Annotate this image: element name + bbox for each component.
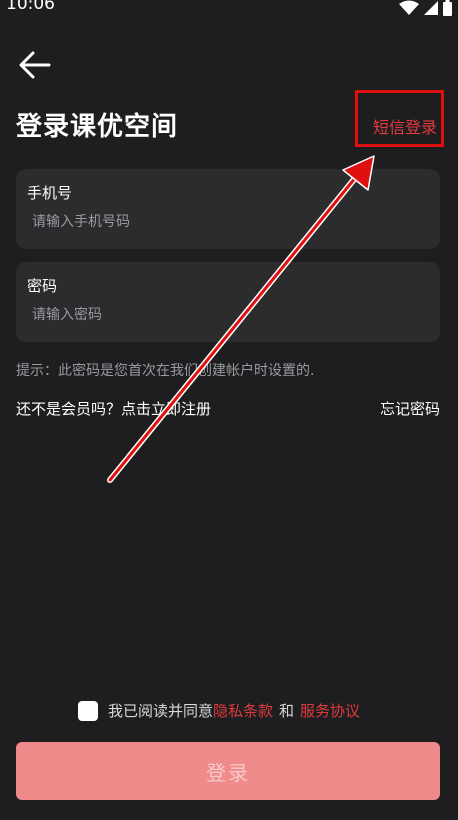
password-field: 密码	[16, 262, 440, 342]
status-time: 10:06	[6, 0, 55, 14]
service-agreement-link[interactable]: 服务协议	[300, 700, 360, 721]
password-field-label: 密码	[27, 277, 58, 295]
login-button[interactable]: 登录	[16, 742, 440, 800]
password-input[interactable]	[32, 304, 422, 326]
agreement-row: 我已阅读并同意 隐私条款 和 服务协议	[78, 700, 360, 721]
wifi-icon	[399, 0, 419, 15]
annotation-highlight-box	[355, 90, 444, 147]
battery-icon	[443, 0, 452, 16]
agreement-and: 和	[279, 702, 295, 720]
agreement-prefix: 我已阅读并同意	[108, 702, 214, 720]
agreement-checkbox[interactable]	[78, 700, 98, 721]
back-button[interactable]	[18, 50, 56, 82]
status-bar: 10:06	[0, 0, 458, 24]
signal-icon	[424, 1, 438, 15]
status-icons	[399, 0, 452, 16]
arrow-left-icon	[19, 51, 51, 79]
password-hint: 提示：此密码是您首次在我们创建帐户时设置的.	[16, 363, 315, 379]
page-title: 登录课优空间	[16, 112, 179, 142]
privacy-terms-link[interactable]: 隐私条款	[213, 700, 273, 721]
register-link[interactable]: 还不是会员吗？点击立即注册	[16, 398, 211, 419]
phone-field: 手机号	[16, 169, 440, 249]
phone-field-label: 手机号	[27, 184, 73, 202]
forgot-password-link[interactable]: 忘记密码	[380, 398, 440, 419]
phone-input[interactable]	[32, 211, 422, 233]
